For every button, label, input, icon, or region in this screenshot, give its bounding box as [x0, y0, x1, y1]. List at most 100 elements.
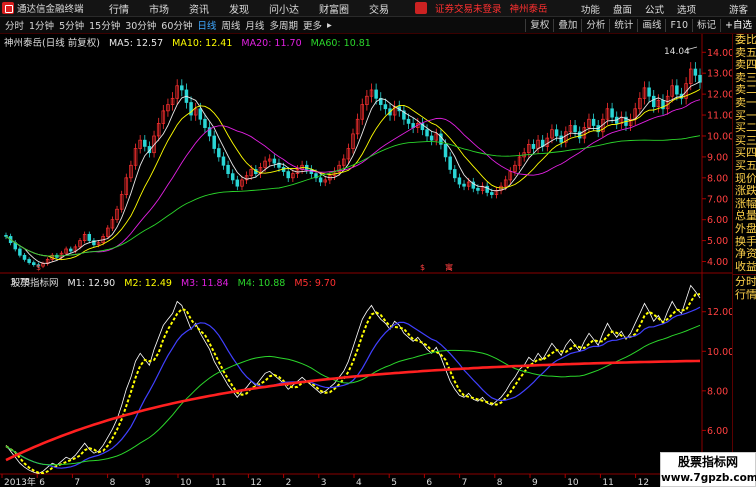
menu-ask-xiaoda[interactable]: 问小达 — [269, 1, 299, 16]
draw-line-button[interactable]: 画线 — [637, 19, 665, 32]
ind-axis-label: 12.00 — [707, 307, 732, 318]
guest-user[interactable]: 游客 — [729, 2, 748, 16]
side-sell5[interactable]: 卖五 — [733, 47, 756, 60]
main-axis-label: 4.00 — [707, 257, 728, 268]
side-buy1[interactable]: 买一 — [733, 110, 756, 123]
candle-body — [226, 164, 230, 174]
analysis-button[interactable]: 分析 — [581, 19, 609, 32]
ma10-line — [5, 89, 701, 261]
chevron-right-icon[interactable]: ▸ — [327, 20, 332, 31]
period-daily[interactable]: 日线 — [197, 18, 216, 32]
date-axis-label: 6 — [426, 478, 432, 487]
menu-formula[interactable]: 公式 — [645, 2, 664, 16]
period-15min[interactable]: 15分钟 — [89, 18, 120, 32]
broker-login-notice[interactable]: 证券交易未登录 — [435, 1, 502, 15]
side-intraday-tab[interactable]: 分时 — [733, 276, 756, 289]
date-axis-label: 9 — [532, 478, 538, 487]
side-buy5[interactable]: 买五 — [733, 160, 756, 173]
event-marker: $ — [420, 263, 425, 272]
main-axis-label: 11.00 — [707, 111, 732, 122]
candle-body — [647, 87, 651, 97]
m5-label: M5: 9.70 — [294, 278, 336, 289]
add-favorite-button[interactable]: +自选 — [720, 19, 756, 32]
date-axis-label: 4 — [356, 478, 362, 487]
kline-chart[interactable]: 14.00 13.00 12.00 11.00 10.00 9.00 8.00 7.00 6.0… — [0, 34, 732, 487]
side-weibi[interactable]: 委比 — [733, 34, 756, 47]
candle-body — [406, 118, 411, 124]
indicator-m3-line — [5, 306, 701, 469]
candle-body — [675, 85, 679, 95]
ma20-label: MA20: 11.70 — [241, 38, 302, 49]
main-axis-label: 14.00 — [707, 48, 732, 59]
sidebar-divider — [733, 274, 756, 276]
overlay-button[interactable]: 叠加 — [553, 19, 581, 32]
side-sell2[interactable]: 卖二 — [733, 84, 756, 97]
period-more[interactable]: 更多 — [303, 18, 322, 32]
side-turnover[interactable]: 换手 — [733, 236, 756, 249]
candle-body — [318, 177, 323, 183]
side-volume[interactable]: 总量 — [733, 210, 756, 223]
indicator-name[interactable]: 股票指标网 — [11, 278, 59, 289]
ma20-line — [5, 99, 701, 257]
m1-label: M1: 12.90 — [67, 278, 116, 289]
side-sell4[interactable]: 卖四 — [733, 59, 756, 72]
quote-sidebar: 委比 卖五 卖四 卖三 卖二 卖一 买一 买二 买三 买四 买五 现价 涨跌 涨… — [732, 34, 756, 487]
f10-button[interactable]: F10 — [665, 19, 692, 32]
date-axis-label: 8 — [110, 478, 116, 487]
side-net-asset[interactable]: 净资 — [733, 248, 756, 261]
side-sell3[interactable]: 卖三 — [733, 72, 756, 85]
period-multi[interactable]: 多周期 — [269, 18, 298, 32]
side-eps[interactable]: 收益 — [733, 261, 756, 274]
side-outer[interactable]: 外盘 — [733, 223, 756, 236]
menu-trade[interactable]: 交易 — [369, 1, 389, 16]
main-axis-label: 5.00 — [707, 236, 728, 247]
date-axis-label: 9 — [145, 478, 151, 487]
period-30min[interactable]: 30分钟 — [125, 18, 156, 32]
side-price[interactable]: 现价 — [733, 173, 756, 186]
side-buy4[interactable]: 买四 — [733, 147, 756, 160]
side-change-pct[interactable]: 涨幅 — [733, 198, 756, 211]
candle-body — [272, 158, 277, 164]
main-axis-label: 6.00 — [707, 215, 728, 226]
candle-body — [32, 262, 36, 266]
event-marker: 寓 — [445, 262, 453, 272]
candle-body — [462, 183, 466, 187]
menu-news[interactable]: 资讯 — [189, 1, 209, 16]
side-change[interactable]: 涨跌 — [733, 185, 756, 198]
menu-wealth-circle[interactable]: 财富圈 — [319, 1, 349, 16]
period-weekly[interactable]: 周线 — [221, 18, 240, 32]
mark-button[interactable]: 标记 — [692, 19, 720, 32]
candle-body — [531, 144, 536, 149]
candle-body — [448, 156, 452, 170]
candle-body — [457, 177, 462, 185]
menu-discover[interactable]: 发现 — [229, 1, 249, 16]
broker-logo-icon — [415, 2, 427, 14]
candle-body — [203, 118, 207, 128]
adjust-button[interactable]: 复权 — [525, 19, 553, 32]
period-5min[interactable]: 5分钟 — [59, 18, 84, 32]
candle-body — [212, 135, 216, 149]
period-60min[interactable]: 60分钟 — [161, 18, 192, 32]
menu-market[interactable]: 市场 — [149, 1, 169, 16]
period-1min[interactable]: 1分钟 — [29, 18, 54, 32]
period-intraday[interactable]: 分时 — [5, 18, 24, 32]
period-monthly[interactable]: 月线 — [245, 18, 264, 32]
candle-body — [217, 148, 221, 158]
main-chart-info: 神州泰岳(日线 前复权) MA5: 12.57 MA10: 12.41 MA20… — [0, 35, 730, 49]
side-sell1[interactable]: 卖一 — [733, 97, 756, 110]
menu-function[interactable]: 功能 — [581, 2, 600, 16]
menu-quotes[interactable]: 行情 — [109, 1, 129, 16]
stats-button[interactable]: 统计 — [609, 19, 637, 32]
side-buy2[interactable]: 买二 — [733, 122, 756, 135]
period-toolbar: 分时 1分钟 5分钟 15分钟 30分钟 60分钟 日线 周线 月线 多周期 更… — [0, 17, 756, 34]
candle-body — [180, 85, 184, 91]
title-right-menu: 功能 盘面 公式 选项 游客 — [581, 0, 756, 17]
side-quotes-tab[interactable]: 行情 — [733, 289, 756, 302]
candle-body — [591, 118, 596, 126]
ind-axis-label: 8.00 — [707, 386, 728, 397]
menu-options[interactable]: 选项 — [677, 2, 696, 16]
side-buy3[interactable]: 买三 — [733, 135, 756, 148]
candle-body — [87, 233, 92, 241]
candle-body — [286, 171, 290, 179]
menu-panel[interactable]: 盘面 — [613, 2, 632, 16]
